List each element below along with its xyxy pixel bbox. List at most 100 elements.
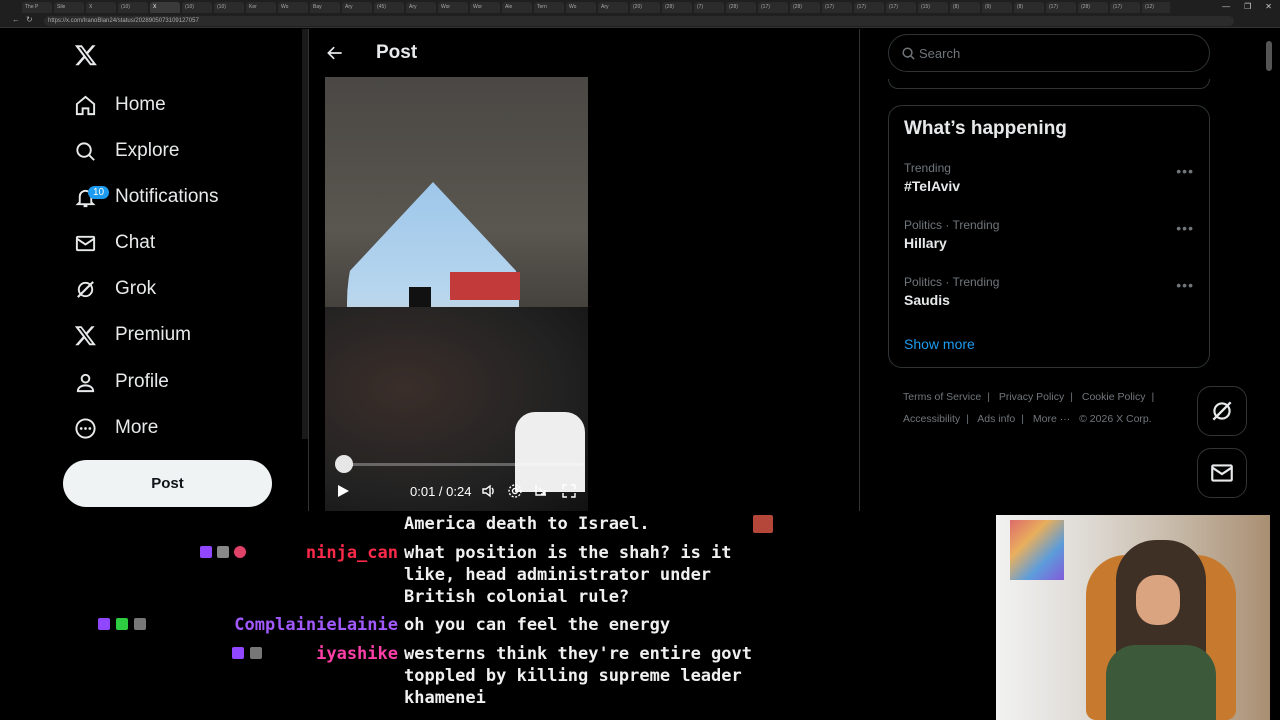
nav-notifications[interactable]: 10 Notifications [74,179,219,215]
messages-fab-button[interactable] [1197,448,1247,498]
browser-tab[interactable]: (17) [886,2,916,13]
nav-home[interactable]: Home [74,87,166,123]
trend-more-icon[interactable]: ••• [1176,163,1194,179]
chat-message-text: westerns think they're entire govt toppl… [404,644,752,708]
browser-tab[interactable]: Ary [406,2,436,13]
video-progress-bar[interactable] [343,463,583,466]
video-player[interactable]: 0:01 / 0:24 [325,77,588,511]
post-button[interactable]: Post [63,460,272,507]
browser-tab[interactable]: (28) [790,2,820,13]
trend-meta: Trending [904,161,951,175]
browser-tab[interactable]: (28) [726,2,756,13]
nav-explore-label: Explore [115,140,180,161]
cookie-link[interactable]: Cookie Policy [1082,391,1146,403]
browser-tab[interactable]: Wo [278,2,308,13]
browser-tab[interactable]: X [150,2,180,13]
reload-icon[interactable]: ↻ [26,15,33,24]
person-icon [76,373,95,392]
privacy-link[interactable]: Privacy Policy [999,391,1064,403]
chat-username: ninja_can [305,543,398,563]
search-input[interactable]: Search [888,34,1210,72]
browser-tab[interactable]: (17) [822,2,852,13]
trend-meta: Politics · Trending [904,275,1000,289]
browser-tab[interactable]: Ary [342,2,372,13]
address-bar[interactable]: https://x.com/IranoBlan24/status/2028905… [44,16,1234,26]
nav-more[interactable]: More [74,410,158,446]
show-more-link[interactable]: Show more [904,336,975,352]
trend-item[interactable]: Politics · Trending Hillary ••• [904,218,1194,258]
nav-profile[interactable]: Profile [74,364,169,400]
browser-tab[interactable]: (10) [182,2,212,13]
heart-badge-icon [234,546,246,558]
browser-tab[interactable]: Wo [566,2,596,13]
browser-tab[interactable]: (8) [1014,2,1044,13]
grok-fab-button[interactable] [1197,386,1247,436]
chat-message-text: oh you can feel the energy [404,615,671,635]
back-arrow-icon[interactable] [325,43,345,63]
browser-tab[interactable]: (45) [374,2,404,13]
trend-more-icon[interactable]: ••• [1176,277,1194,293]
browser-tab[interactable]: (28) [1078,2,1108,13]
more-circle-icon [75,417,96,439]
check-badge-icon [116,618,128,630]
browser-tab[interactable]: (15) [918,2,948,13]
browser-chrome: The P Sile X (10) X (10) (10) Ker Wo Bay Ary (45) Ar… [0,0,1280,28]
trend-item[interactable]: Trending #TelAviv ••• [904,161,1194,201]
browser-tab[interactable]: Bay [310,2,340,13]
back-nav-icon[interactable]: ← [12,15,20,24]
stream-chat-overlay: America death to Israel. ninja_can what … [0,511,1000,720]
browser-tab[interactable]: (10) [118,2,148,13]
x-app: Home Explore 10 Notifications Chat Grok … [8,29,1272,511]
browser-tab[interactable]: X [86,2,116,13]
nav-explore[interactable]: Explore [74,133,179,169]
x-logo-icon[interactable] [74,43,98,67]
nav-premium[interactable]: Premium [74,317,191,353]
nav-premium-label: Premium [115,324,192,345]
fullscreen-icon[interactable] [561,483,577,499]
browser-tab[interactable]: (17) [854,2,884,13]
ads-info-link[interactable]: Ads info [977,413,1015,425]
volume-icon[interactable] [481,483,497,499]
browser-tab[interactable]: (17) [1046,2,1076,13]
browser-tab[interactable]: Ale [502,2,532,13]
settings-gear-icon[interactable] [507,483,523,499]
maximize-button[interactable]: ❐ [1244,2,1251,11]
grok-icon [1212,401,1232,421]
browser-tab[interactable]: (9) [982,2,1012,13]
footer-more-link[interactable]: More ··· [1033,413,1070,425]
page-scrollbar[interactable] [1266,41,1272,71]
nav-notifications-label: Notifications [115,186,219,207]
browser-tab[interactable]: (17) [758,2,788,13]
browser-tab[interactable]: (12) [1142,2,1170,13]
notification-count-badge: 10 [88,185,110,199]
mail-icon [1211,464,1233,482]
browser-tab[interactable]: Ker [246,2,276,13]
browser-tab[interactable]: Wor [438,2,468,13]
trend-item[interactable]: Politics · Trending Saudis ••• [904,275,1194,315]
browser-tab[interactable]: (20) [630,2,660,13]
picture-in-picture-icon[interactable] [533,483,549,499]
terms-link[interactable]: Terms of Service [903,391,981,403]
twitch-badge-icon [232,647,244,659]
trend-more-icon[interactable]: ••• [1176,220,1194,236]
browser-tab[interactable]: (17) [1110,2,1140,13]
browser-tab[interactable]: The P [22,2,52,13]
nav-chat[interactable]: Chat [74,225,155,261]
browser-tab[interactable]: (28) [662,2,692,13]
browser-tab[interactable]: (10) [214,2,244,13]
nav-grok[interactable]: Grok [74,271,156,307]
play-icon[interactable] [335,483,351,499]
browser-tab[interactable]: Tern [534,2,564,13]
video-scrubber-handle[interactable] [335,455,353,473]
browser-tab[interactable]: (8) [950,2,980,13]
browser-tab[interactable]: Sile [54,2,84,13]
minimize-button[interactable]: — [1222,2,1230,11]
accessibility-link[interactable]: Accessibility [903,413,960,425]
nav-grok-label: Grok [115,278,157,299]
browser-tab[interactable]: Wor [470,2,500,13]
emote-icon [753,515,773,533]
browser-tab[interactable]: Ary [598,2,628,13]
browser-tab[interactable]: (7) [694,2,724,13]
webcam-streamer-hoodie [1106,645,1216,720]
close-window-button[interactable]: ✕ [1265,2,1272,11]
